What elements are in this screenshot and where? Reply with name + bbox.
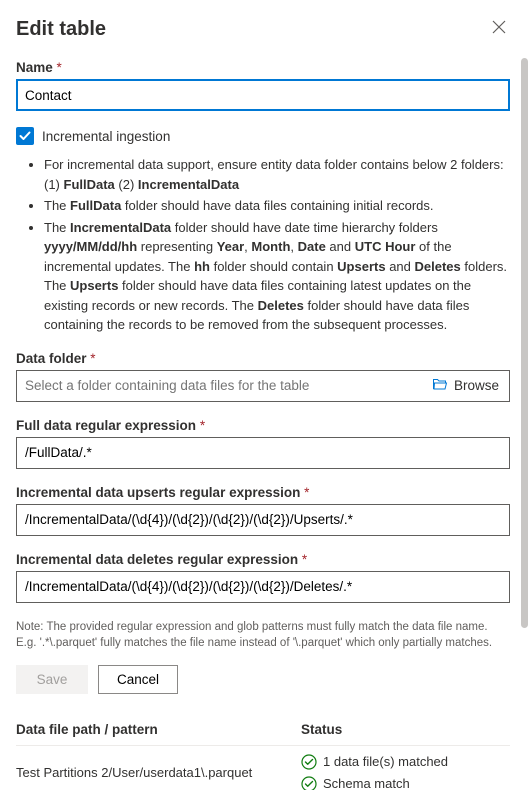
data-folder-input[interactable] xyxy=(17,371,422,401)
browse-label: Browse xyxy=(454,378,499,393)
deletes-regex-label: Incremental data deletes regular express… xyxy=(16,552,510,567)
results-header: Data file path / pattern Status xyxy=(16,714,510,746)
folder-open-icon xyxy=(432,376,448,395)
name-label: Name * xyxy=(16,60,510,75)
check-circle-icon xyxy=(301,776,317,790)
close-icon[interactable] xyxy=(488,16,510,42)
incremental-checkbox[interactable] xyxy=(16,127,34,145)
col-path: Data file path / pattern xyxy=(16,722,301,737)
info-bullet-1: For incremental data support, ensure ent… xyxy=(44,155,510,194)
status-text: Schema match xyxy=(323,776,410,790)
full-regex-label: Full data regular expression * xyxy=(16,418,510,433)
panel-title: Edit table xyxy=(16,18,106,41)
name-input[interactable] xyxy=(16,79,510,111)
upserts-regex-input[interactable] xyxy=(16,504,510,536)
deletes-regex-input[interactable] xyxy=(16,571,510,603)
incremental-info: For incremental data support, ensure ent… xyxy=(16,155,510,335)
table-row: Test Partitions 2/User/userdata1\.parque… xyxy=(16,746,510,790)
check-circle-icon xyxy=(301,754,317,770)
col-status: Status xyxy=(301,722,510,737)
info-bullet-3: The IncrementalData folder should have d… xyxy=(44,218,510,335)
scrollbar-thumb[interactable] xyxy=(521,58,528,628)
file-path: Test Partitions 2/User/userdata1\.parque… xyxy=(16,765,301,780)
incremental-label: Incremental ingestion xyxy=(42,129,170,144)
status-text: 1 data file(s) matched xyxy=(323,754,448,769)
cancel-button[interactable]: Cancel xyxy=(98,665,178,694)
regex-note: Note: The provided regular expression an… xyxy=(16,619,510,651)
upserts-regex-label: Incremental data upserts regular express… xyxy=(16,485,510,500)
browse-button[interactable]: Browse xyxy=(422,371,509,401)
save-button: Save xyxy=(16,665,88,694)
info-bullet-2: The FullData folder should have data fil… xyxy=(44,196,510,216)
full-regex-input[interactable] xyxy=(16,437,510,469)
data-folder-label: Data folder * xyxy=(16,351,510,366)
